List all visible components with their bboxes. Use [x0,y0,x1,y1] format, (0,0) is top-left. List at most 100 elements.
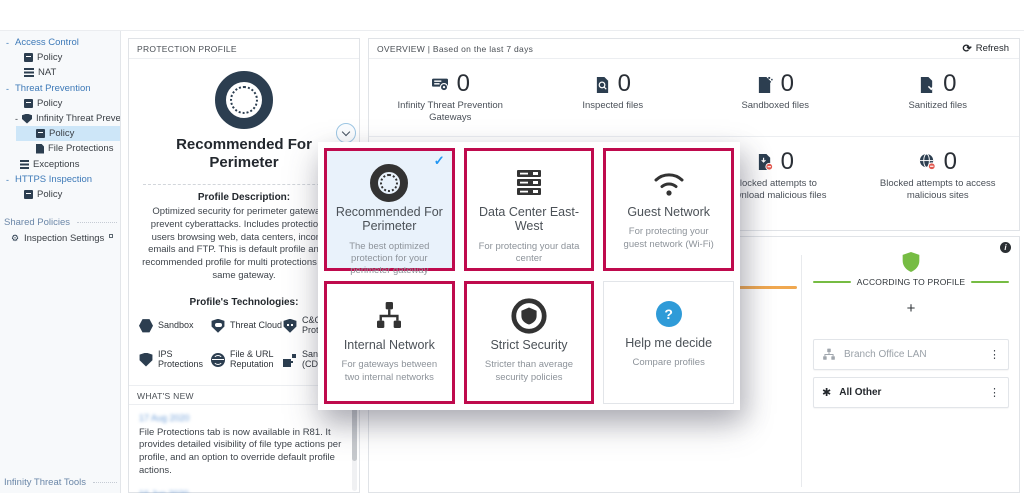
profile-card-description: For gateways between two internal networ… [341,359,438,383]
profile-ring-icon [215,71,273,129]
stat-label: Blocked attempts to access malicious sit… [879,178,996,202]
stat-itp-gateways: 0 Infinity Threat Prevention Gateways [369,59,532,136]
profile-card-strict-security[interactable]: Strict Security Stricter than average se… [463,281,595,404]
profile-card-recommended-for-perimeter[interactable]: ✓ Recommended For Perimeter The best opt… [324,148,455,276]
profile-card-internal-network[interactable]: Internal Network For gateways between tw… [324,281,455,404]
infinity-tp-shield-icon [22,113,32,124]
gateway-name: All Other [839,387,882,398]
scrollbar-thumb[interactable] [352,405,357,461]
blocked-globe-icon [919,153,936,171]
gateway-icon [431,78,448,92]
sidebar-item-itp-policy-selected[interactable]: Policy [16,126,120,141]
tech-ips: IPS Protections [139,349,211,370]
sandbox-icon [139,319,153,333]
file-icon [36,143,44,154]
whats-new-date: 16 Jun 2020 [139,488,343,493]
sidebar-item-exceptions[interactable]: Exceptions [0,157,120,172]
help-question-icon: ? [655,301,682,327]
refresh-button[interactable]: ⟳ Refresh [963,42,1009,55]
profile-card-title: Strict Security [490,338,568,352]
threat-cloud-icon [211,318,225,333]
chevron-down-icon [341,127,351,137]
dotted-leader [93,482,117,483]
sidebar-item-inspection-settings[interactable]: ⚙ Inspection Settings [0,231,120,246]
divider [143,184,345,185]
blocked-file-icon [758,154,773,171]
sidebar-section-https-inspection[interactable]: - HTTPS Inspection [0,172,120,187]
profile-picker-popup: ✓ Recommended For Perimeter The best opt… [318,142,740,410]
external-link-icon [109,233,114,238]
policy-book-icon [24,99,33,108]
gateway-card-all-other[interactable]: ✱ All Other ⋮ [813,377,1009,408]
stat-sandboxed-files: 0 Sandboxed files [694,59,857,136]
sanitized-file-icon [920,76,936,93]
perimeter-ring-icon [370,164,409,202]
profile-card-description: Compare profiles [632,357,705,369]
whats-new-text: File Protections tab is now available in… [139,426,342,477]
profile-dropdown-button[interactable] [336,123,356,143]
whats-new-date: 17 Aug 2020 [139,413,190,424]
according-to-profile-column: ACCORDING TO PROFILE + Branch Office LAN… [813,251,1010,408]
sidebar-item-infinity-threat-prevention[interactable]: - Infinity Threat Prevention [0,111,120,126]
stat-sanitized-files: 0 Sanitized files [857,59,1020,136]
tech-sandbox: Sandbox [139,316,211,336]
vertical-divider [801,255,802,487]
tech-file-url-reputation: File & URL Reputation [211,349,283,370]
profile-card-title: Data Center East-West [478,205,580,234]
tech-threat-cloud: Threat Cloud [211,316,283,336]
profile-card-guest-network[interactable]: Guest Network For protecting your guest … [603,148,734,271]
sidebar-section-infinity-threat-tools: Infinity Threat Tools [0,475,120,490]
green-line [971,281,1010,283]
stat-value: 0 [780,148,794,175]
collapse-caret-icon: - [6,83,9,94]
gateway-name: Branch Office LAN [844,349,927,360]
kebab-menu-icon[interactable]: ⋮ [989,348,1000,361]
kebab-menu-icon[interactable]: ⋮ [989,386,1000,399]
sidebar-item-tp-policy[interactable]: Policy [0,96,120,111]
profile-name: Recommended For Perimeter [176,136,312,171]
add-gateway-button[interactable]: + [813,300,1009,317]
collapse-caret-icon: - [6,174,9,185]
stat-value: 0 [943,70,957,97]
profile-card-description: The best optimized protection for your p… [349,240,430,277]
green-line [813,281,851,283]
strict-security-icon [511,298,547,334]
internal-network-tree-icon [377,302,402,328]
policy-book-icon [24,53,33,62]
collapse-caret-icon: - [6,37,9,48]
sidebar-item-nat[interactable]: NAT [0,65,120,80]
sidebar-section-threat-prevention[interactable]: - Threat Prevention [0,81,120,96]
profile-card-description: Stricter than average security policies [484,359,574,383]
stat-label: Inspected files [582,100,644,111]
sandboxed-file-icon [758,76,773,93]
network-tree-icon [823,348,835,360]
profile-card-title: Recommended For Perimeter [335,205,443,234]
profile-card-description: For protecting your guest network (Wi-Fi… [623,226,714,250]
policy-book-icon [24,190,33,199]
profile-card-data-center-east-west[interactable]: Data Center East-West For protecting you… [463,148,595,271]
profile-card-title: Help me decide [625,336,713,350]
stat-label: Sanitized files [908,100,968,111]
refresh-icon: ⟳ [962,43,972,55]
sidebar-section-access-control[interactable]: - Access Control [0,35,120,50]
all-other-asterisk-icon: ✱ [822,387,832,399]
wrench-icon: ⚙ [10,233,20,243]
help-me-decide-card[interactable]: ? Help me decide Compare profiles [603,281,734,404]
profile-card-title: Guest Network [627,205,710,219]
overview-panel-title: OVERVIEW | Based on the last 7 days [377,43,534,54]
stat-value: 0 [456,70,470,97]
sidebar-item-file-protections[interactable]: File Protections [0,141,120,156]
policy-book-icon [36,129,45,138]
nat-grid-icon [24,68,34,77]
protection-profile-panel-title: PROTECTION PROFILE [129,39,359,59]
stat-label: Infinity Threat Prevention Gateways [397,100,503,124]
sidebar-item-https-policy[interactable]: Policy [0,187,120,202]
selected-check-icon: ✓ [433,153,445,168]
stat-value: 0 [617,70,631,97]
stat-value: 0 [780,70,794,97]
green-shield-icon [902,252,920,272]
server-stack-icon [516,170,541,195]
profile-card-description: For protecting your data center [478,240,580,265]
sidebar-item-access-policy[interactable]: Policy [0,50,120,65]
gateway-card-branch-office-lan[interactable]: Branch Office LAN ⋮ [813,339,1009,370]
